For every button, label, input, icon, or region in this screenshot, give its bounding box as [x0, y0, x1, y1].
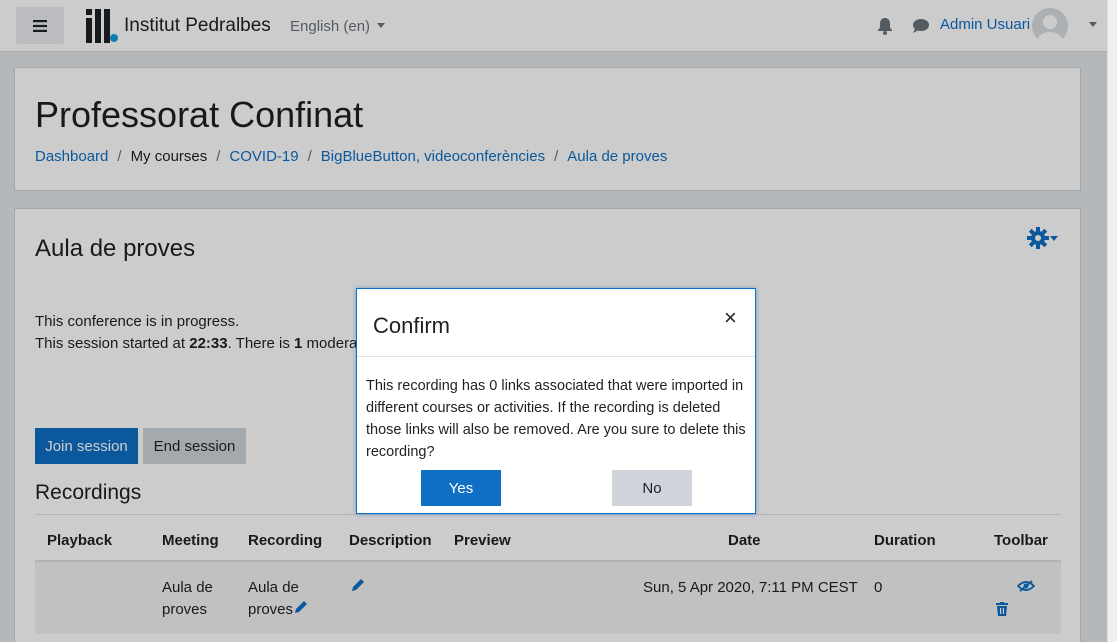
dialog-title: Confirm [373, 313, 451, 338]
yes-button[interactable]: Yes [421, 470, 501, 506]
scrollbar[interactable] [1107, 0, 1117, 642]
dialog-message: This recording has 0 links associated th… [366, 378, 746, 460]
no-button[interactable]: No [612, 470, 692, 506]
confirm-dialog: Confirm × This recording has 0 links ass… [356, 288, 756, 514]
close-icon[interactable]: × [724, 307, 737, 329]
dialog-header: Confirm × [357, 289, 755, 357]
page: Institut Pedralbes English (en) Admin Us… [0, 0, 1117, 642]
